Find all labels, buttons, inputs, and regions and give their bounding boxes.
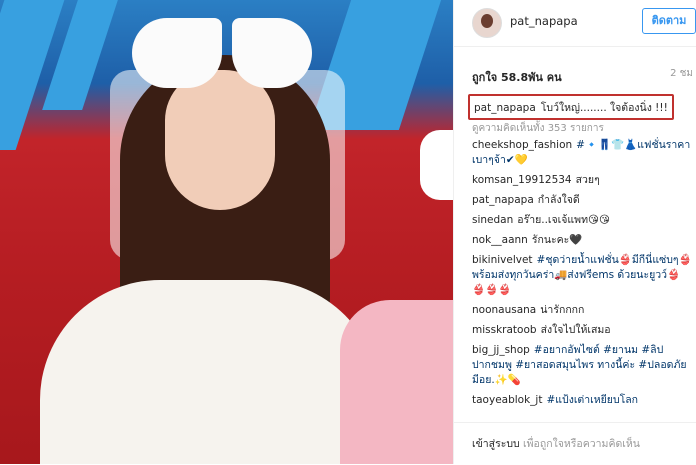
post-header: pat_napapa ติดตาม [454, 0, 696, 47]
post-photo[interactable] [0, 0, 453, 464]
caption-highlight: pat_napapa โบว์ใหญ่........ ใจต้องนิ่ง !!… [468, 94, 674, 120]
likes-row: ถูกใจ 58.8พัน คน 2 ชม [472, 66, 696, 84]
login-prompt: เข้าสู่ระบบ เพื่อถูกใจหรือความคิดเห็น [472, 435, 640, 452]
comment-item: pat_napapa กำลังใจดี [472, 193, 692, 208]
comment-item: cheekshop_fashion #🔹👖👕👗แฟชั่นราคาเบาๆจ้า✔… [472, 138, 692, 168]
comment-list: cheekshop_fashion #🔹👖👕👗แฟชั่นราคาเบาๆจ้า✔… [472, 138, 692, 413]
comment-text: น่ารักกกก [540, 304, 585, 316]
photo-side-person [340, 300, 453, 464]
comment-item: noonausana น่ารักกกก [472, 303, 692, 318]
photo-face [165, 70, 275, 210]
comment-item: misskratoob ส่งใจไปให้เสมอ [472, 323, 692, 338]
post-footer: เข้าสู่ระบบ เพื่อถูกใจหรือความคิดเห็น [454, 422, 696, 465]
photo-bow-right [232, 18, 312, 88]
comment-item: bikinivelvet #ชุดว่ายน้ำแฟชั่น👙มีกีนี่แซ่… [472, 253, 692, 298]
comment-text: สวยๆ [575, 174, 600, 186]
photo-dress [40, 280, 380, 464]
comment-item: nok__aann รักนะคะ🖤 [472, 233, 692, 248]
caption: pat_napapa โบว์ใหญ่........ ใจต้องนิ่ง !!… [474, 99, 668, 116]
login-prompt-text: เพื่อถูกใจหรือความคิดเห็น [523, 438, 640, 450]
comment-text: รักนะคะ🖤 [531, 234, 583, 246]
comment-item: big_jj_shop #อยากอัพไซต์ #ยานม #ลิปปากชมพ… [472, 343, 692, 388]
header-username[interactable]: pat_napapa [510, 14, 578, 28]
view-all-comments-link[interactable]: ดูความคิดเห็นทั้ง 353 รายการ [472, 121, 604, 136]
comment-text: ส่งใจไปให้เสมอ [540, 324, 611, 336]
comment-username[interactable]: komsan_19912534 [472, 174, 572, 186]
comment-item: komsan_19912534 สวยๆ [472, 173, 692, 188]
comment-username[interactable]: big_jj_shop [472, 344, 530, 356]
caption-username[interactable]: pat_napapa [474, 102, 536, 114]
post-time[interactable]: 2 ชม [670, 66, 693, 81]
comment-username[interactable]: nok__aann [472, 234, 528, 246]
comment-item: sinedan อร๊าย..เจเจ้แพท😘😘 [472, 213, 692, 228]
comment-text: #แป้งเต่าเหยียบโลก [546, 394, 639, 406]
post-panel: pat_napapa ติดตาม ถูกใจ 58.8พัน คน 2 ชม … [453, 0, 696, 464]
photo-bow-left [132, 18, 222, 88]
comment-text: อร๊าย..เจเจ้แพท😘😘 [517, 214, 610, 226]
comment-username[interactable]: misskratoob [472, 324, 537, 336]
comment-item: taoyeablok_jt #แป้งเต่าเหยียบโลก [472, 393, 692, 408]
comment-username[interactable]: cheekshop_fashion [472, 139, 572, 151]
comment-username[interactable]: bikinivelvet [472, 254, 533, 266]
follow-button[interactable]: ติดตาม [642, 8, 696, 34]
photo-bg-figure [420, 130, 453, 200]
comment-username[interactable]: pat_napapa [472, 194, 534, 206]
avatar[interactable] [472, 8, 502, 38]
comment-username[interactable]: noonausana [472, 304, 536, 316]
comment-text: กำลังใจดี [537, 194, 580, 206]
likes-count[interactable]: ถูกใจ 58.8พัน คน [472, 71, 562, 84]
comment-username[interactable]: sinedan [472, 214, 513, 226]
login-link[interactable]: เข้าสู่ระบบ [472, 438, 520, 450]
comment-username[interactable]: taoyeablok_jt [472, 394, 542, 406]
caption-text: โบว์ใหญ่........ ใจต้องนิ่ง !!! [540, 102, 668, 114]
